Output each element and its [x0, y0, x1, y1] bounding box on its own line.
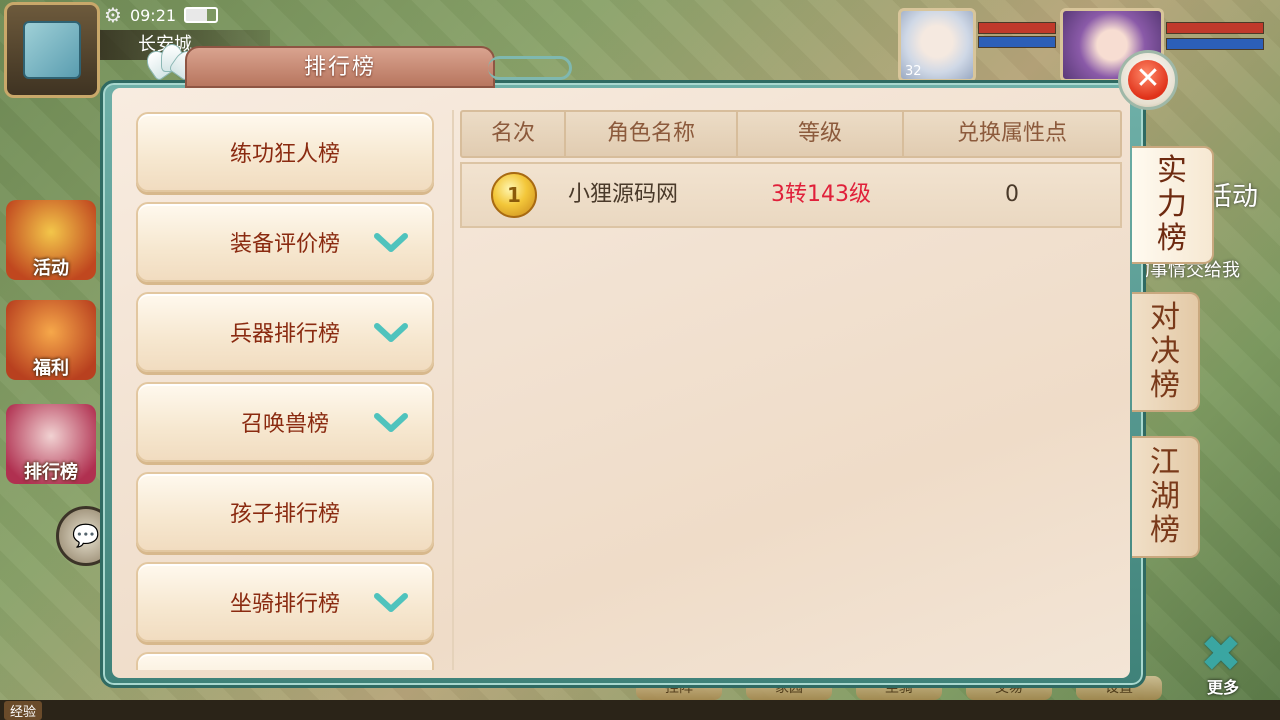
- tab-char: 力: [1157, 187, 1187, 222]
- player-mp-bar: [1166, 38, 1264, 50]
- exp-label: 经验: [4, 701, 43, 720]
- header-points: 兑换属性点: [956, 121, 1067, 146]
- activity-label: 活动: [33, 258, 69, 279]
- rank-cell: 1: [462, 164, 566, 226]
- tab-char: 榜: [1150, 513, 1180, 548]
- panel-title: 排行榜: [185, 46, 495, 88]
- leaderboard-label: 排行榜: [24, 462, 78, 483]
- category-button-summon[interactable]: 召唤兽榜: [136, 382, 434, 462]
- map-scroll-icon: [23, 21, 81, 79]
- battery-icon: [184, 7, 219, 23]
- clock: 09:21: [129, 5, 177, 25]
- list-divider: [452, 110, 454, 670]
- category-button-partial[interactable]: [136, 652, 434, 670]
- player-hp-bar: [1166, 22, 1264, 34]
- chevron-down-icon: [374, 233, 408, 252]
- leaderboard-button[interactable]: 排行榜: [6, 404, 96, 484]
- close-icon: ✕: [1128, 60, 1168, 100]
- pet-hp-bar: [978, 22, 1056, 34]
- points-cell: 0: [1005, 182, 1019, 207]
- chevron-down-icon: [374, 593, 408, 612]
- category-label: 孩子排行榜: [229, 502, 340, 527]
- pet-level: 32: [905, 64, 922, 79]
- more-icon: ✖: [1200, 625, 1242, 683]
- close-button[interactable]: ✕: [1118, 50, 1178, 110]
- map-button[interactable]: [4, 2, 100, 98]
- tab-char: 实: [1157, 153, 1187, 188]
- rank-number: 1: [507, 183, 521, 207]
- gold-medal-icon: 1: [491, 172, 537, 218]
- activity-button[interactable]: 活动: [6, 200, 96, 280]
- tab-char: 对: [1150, 300, 1180, 335]
- category-button-weapon[interactable]: 兵器排行榜: [136, 292, 434, 372]
- header-rank: 名次: [462, 112, 566, 156]
- status-bar: ⚙ 09:21: [104, 2, 219, 28]
- category-button-child[interactable]: 孩子排行榜: [136, 472, 434, 552]
- category-label: 召唤兽榜: [240, 412, 329, 437]
- more-button[interactable]: ✖ 更多: [1190, 628, 1256, 698]
- header-name: 角色名称: [566, 112, 738, 156]
- category-label: 兵器排行榜: [229, 322, 340, 347]
- tab-strength[interactable]: 实 力 榜: [1132, 146, 1214, 264]
- pet-portrait[interactable]: 32: [898, 8, 976, 82]
- tab-char: 湖: [1150, 479, 1180, 514]
- category-button-equipment[interactable]: 装备评价榜: [136, 202, 434, 282]
- chevron-down-icon: [374, 323, 408, 342]
- tab-char: 榜: [1150, 368, 1180, 403]
- swirl-ornament: [488, 56, 572, 80]
- name-cell: 小狸源码网: [568, 182, 679, 207]
- category-label: 练功狂人榜: [229, 142, 340, 167]
- tab-jianghu[interactable]: 江 湖 榜: [1132, 436, 1200, 558]
- category-label: 装备评价榜: [229, 232, 340, 257]
- exp-bar: [0, 700, 1280, 720]
- tab-char: 江: [1150, 445, 1180, 480]
- level-cell: 3转143级: [771, 182, 871, 207]
- table-row[interactable]: 1 小狸源码网 3转143级 0: [460, 162, 1122, 228]
- category-button-mount[interactable]: 坐骑排行榜: [136, 562, 434, 642]
- tab-duel[interactable]: 对 决 榜: [1132, 292, 1200, 412]
- tab-char: 决: [1150, 334, 1180, 369]
- chevron-down-icon: [374, 413, 408, 432]
- header-level: 等级: [738, 112, 904, 156]
- tab-char: 榜: [1157, 221, 1187, 256]
- welfare-label: 福利: [33, 358, 69, 379]
- category-label: 坐骑排行榜: [229, 592, 340, 617]
- gear-icon[interactable]: ⚙: [104, 3, 122, 27]
- category-list[interactable]: 练功狂人榜 装备评价榜 兵器排行榜 召唤兽榜 孩子排行榜 坐骑排行榜: [136, 110, 436, 670]
- pet-mp-bar: [978, 36, 1056, 48]
- welfare-button[interactable]: 福利: [6, 300, 96, 380]
- table-header: 名次 角色名称 等级 兑换属性点: [460, 110, 1122, 158]
- category-button-skill[interactable]: 练功狂人榜: [136, 112, 434, 192]
